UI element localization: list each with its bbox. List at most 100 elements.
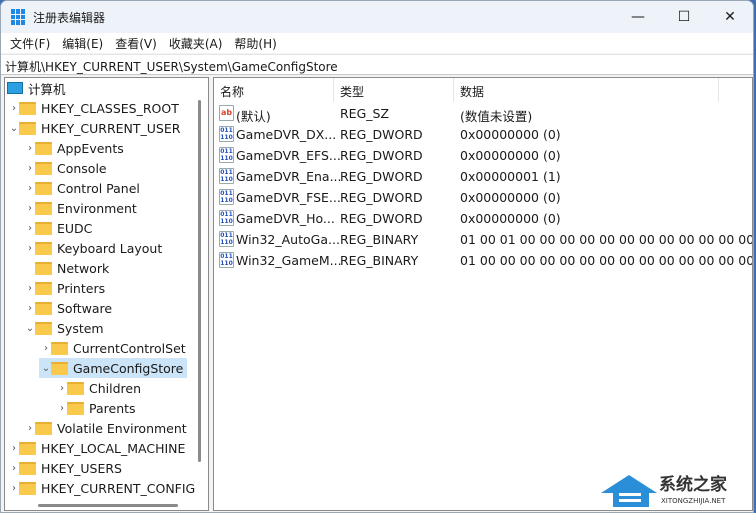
menu-view[interactable]: 查看(V) <box>110 35 164 52</box>
chevron-right-icon[interactable]: › <box>25 223 35 234</box>
chevron-right-icon[interactable]: › <box>57 403 67 414</box>
chevron-right-icon[interactable]: › <box>25 143 35 154</box>
chevron-right-icon[interactable]: › <box>9 463 19 474</box>
tree-item-label: HKEY_LOCAL_MACHINE <box>41 440 186 456</box>
chevron-right-icon[interactable]: › <box>9 483 19 494</box>
chevron-right-icon[interactable]: › <box>25 283 35 294</box>
tree-item[interactable]: › HKEY_LOCAL_MACHINE <box>7 438 185 458</box>
binary-value-icon: 011 110 <box>219 231 234 247</box>
value-row[interactable]: 011 110 GameDVR_DX... REG_DWORD 0x00000000 (… <box>214 124 752 145</box>
folder-icon <box>35 201 52 215</box>
value-name: GameDVR_Ena... <box>236 169 342 184</box>
folder-icon <box>35 281 52 295</box>
folder-icon <box>51 341 68 355</box>
binary-value-icon: 011 110 <box>219 189 234 205</box>
tree-vertical-scrollbar[interactable] <box>198 100 201 462</box>
tree-item[interactable]: › AppEvents <box>23 138 124 158</box>
value-data: (数值未设置) <box>460 109 533 124</box>
tree-item[interactable]: › HKEY_USERS <box>7 458 122 478</box>
value-data: 0x00000000 (0) <box>460 148 561 163</box>
tree-item[interactable]: › Console <box>23 158 107 178</box>
value-name: Win32_AutoGa... <box>236 232 340 247</box>
tree-item[interactable]: › HKEY_CLASSES_ROOT <box>7 98 179 118</box>
tree-horizontal-scrollbar[interactable] <box>38 504 178 507</box>
tree-item[interactable]: 计算机 <box>5 78 66 98</box>
chevron-right-icon[interactable]: › <box>9 443 19 454</box>
folder-icon <box>67 401 84 415</box>
tree-item[interactable]: › CurrentControlSet <box>39 338 186 358</box>
tree-item[interactable]: › HKEY_CURRENT_CONFIG <box>7 478 195 498</box>
chevron-right-icon[interactable]: › <box>25 423 35 434</box>
value-name: GameDVR_DX... <box>236 127 337 142</box>
chevron-right-icon[interactable]: › <box>25 243 35 254</box>
chevron-right-icon[interactable]: › <box>9 103 19 114</box>
value-type: REG_DWORD <box>340 127 423 142</box>
tree-item-label: CurrentControlSet <box>73 340 186 356</box>
tree-item[interactable]: › Printers <box>23 278 105 298</box>
minimize-button[interactable]: — <box>615 1 661 33</box>
string-value-icon: ab <box>219 105 234 121</box>
value-type: REG_BINARY <box>340 232 419 247</box>
folder-icon <box>35 161 52 175</box>
value-type: REG_DWORD <box>340 211 423 226</box>
tree-item-label: Printers <box>57 280 106 296</box>
folder-icon <box>51 361 68 375</box>
value-row[interactable]: 011 110 Win32_AutoGa... REG_BINARY 01 00 01 … <box>214 229 752 250</box>
column-header-name[interactable]: 名称 <box>214 78 334 102</box>
tree-item-label: EUDC <box>57 220 93 236</box>
folder-icon <box>19 461 36 475</box>
value-row[interactable]: ab (默认) REG_SZ (数值未设置) <box>214 103 752 124</box>
tree-item[interactable]: › Volatile Environment <box>23 418 187 438</box>
folder-icon <box>19 441 36 455</box>
chevron-right-icon[interactable]: › <box>25 203 35 214</box>
tree-item[interactable]: ⌄ System <box>23 318 104 338</box>
chevron-right-icon[interactable]: › <box>41 343 51 354</box>
tree-item[interactable]: › Software <box>23 298 112 318</box>
tree-item[interactable]: ⌄ HKEY_CURRENT_USER <box>7 118 181 138</box>
chevron-down-icon[interactable]: ⌄ <box>9 123 19 134</box>
folder-icon <box>35 261 52 275</box>
tree-item[interactable]: › Environment <box>23 198 137 218</box>
value-row[interactable]: 011 110 GameDVR_Ena... REG_DWORD 0x00000001 … <box>214 166 752 187</box>
tree-item[interactable]: Network <box>23 258 109 278</box>
tree-item-label: HKEY_CURRENT_CONFIG <box>41 480 196 496</box>
menu-favorites[interactable]: 收藏夹(A) <box>164 35 230 52</box>
chevron-right-icon[interactable]: › <box>25 183 35 194</box>
chevron-right-icon[interactable]: › <box>25 163 35 174</box>
column-header-data[interactable]: 数据 <box>454 78 719 102</box>
svg-text:XITONGZHIJIA.NET: XITONGZHIJIA.NET <box>661 497 726 505</box>
chevron-right-icon[interactable]: › <box>25 303 35 314</box>
close-button[interactable]: ✕ <box>707 1 753 33</box>
tree-item[interactable]: › Parents <box>55 398 136 418</box>
folder-icon <box>35 321 52 335</box>
column-header-type[interactable]: 类型 <box>334 78 454 102</box>
value-row[interactable]: 011 110 GameDVR_Ho... REG_DWORD 0x00000000 (… <box>214 208 752 229</box>
chevron-down-icon[interactable]: ⌄ <box>25 323 35 334</box>
tree-item-label: 计算机 <box>28 81 66 97</box>
tree-item[interactable]: › Children <box>55 378 141 398</box>
value-name: GameDVR_FSE... <box>236 190 341 205</box>
address-bar[interactable]: 计算机\HKEY_CURRENT_USER\System\GameConfigS… <box>1 54 753 75</box>
value-data: 0x00000000 (0) <box>460 211 561 226</box>
menu-help[interactable]: 帮助(H) <box>229 35 283 52</box>
tree-item[interactable]: › EUDC <box>23 218 92 238</box>
tree-item[interactable]: › Keyboard Layout <box>23 238 162 258</box>
binary-value-icon: 011 110 <box>219 252 234 268</box>
menu-file[interactable]: 文件(F) <box>5 35 57 52</box>
tree-item[interactable]: › Control Panel <box>23 178 140 198</box>
menu-bar: 文件(F) 编辑(E) 查看(V) 收藏夹(A) 帮助(H) <box>1 33 753 53</box>
tree-item[interactable]: ⌄ GameConfigStore <box>39 358 188 378</box>
value-row[interactable]: 011 110 GameDVR_FSE... REG_DWORD 0x00000000 … <box>214 187 752 208</box>
chevron-right-icon[interactable]: › <box>57 383 67 394</box>
value-name: GameDVR_Ho... <box>236 211 335 226</box>
value-row[interactable]: 011 110 Win32_GameM... REG_BINARY 01 00 00 0… <box>214 250 752 271</box>
folder-icon <box>35 241 52 255</box>
value-data: 0x00000001 (1) <box>460 169 561 184</box>
value-name: GameDVR_EFS... <box>236 148 341 163</box>
chevron-down-icon[interactable]: ⌄ <box>41 363 51 374</box>
tree-item-label: Software <box>57 300 113 316</box>
value-row[interactable]: 011 110 GameDVR_EFS... REG_DWORD 0x00000000 … <box>214 145 752 166</box>
maximize-button[interactable]: ☐ <box>661 1 707 33</box>
menu-edit[interactable]: 编辑(E) <box>57 35 110 52</box>
tree-item-label: Children <box>89 380 142 396</box>
